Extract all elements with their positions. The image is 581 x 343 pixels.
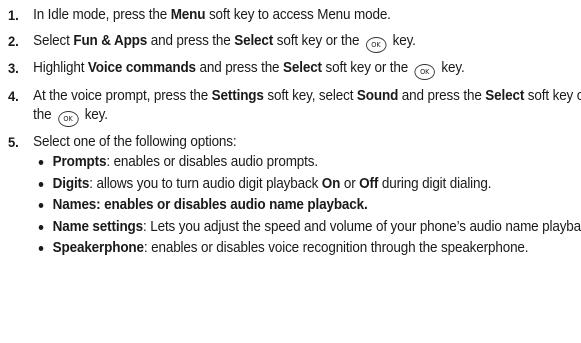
- bold-text: Voice commands: [87, 60, 196, 76]
- step-item: 5. Select one of the following options: Pr…: [8, 133, 581, 258]
- step-number: 3.: [8, 60, 19, 76]
- bold-text: Names: enables or disables audio name pl…: [52, 197, 368, 213]
- text: : Lets you adjust the speed and volume o…: [143, 218, 581, 235]
- option-item: Name settings: Lets you adjust the speed…: [33, 219, 581, 237]
- text: soft key or the: [273, 32, 363, 49]
- bold-text: Digits: [52, 175, 90, 192]
- text: key.: [389, 32, 416, 49]
- bold-text: Name settings: [52, 218, 144, 235]
- step-number: 2.: [8, 32, 19, 49]
- step-item: 4. At the voice prompt, press the Setting…: [8, 87, 581, 127]
- text: during digit dialing.: [378, 175, 492, 192]
- step-item: 2. Select Fun & Apps and press the Select…: [8, 32, 581, 53]
- text: and press the: [147, 32, 235, 49]
- text: : enables or disables voice recognition …: [143, 240, 529, 256]
- step-text: At the voice prompt, press the Settings …: [33, 87, 581, 127]
- option-item: Names: enables or disables audio name pl…: [33, 197, 581, 215]
- text: and press the: [398, 87, 486, 104]
- text: and press the: [195, 60, 284, 76]
- step-number: 4.: [8, 87, 19, 104]
- option-item: Prompts: enables or disables audio promp…: [33, 154, 581, 172]
- text: key.: [437, 60, 465, 76]
- text: : allows you to turn audio digit playbac…: [89, 175, 322, 192]
- text: Highlight: [33, 60, 88, 76]
- text: or: [340, 175, 360, 192]
- bold-text: Select: [485, 87, 525, 104]
- bold-text: Fun & Apps: [73, 32, 148, 49]
- ok-key-icon: OK: [414, 64, 436, 80]
- bold-text: On: [321, 175, 341, 192]
- bullet-icon: [38, 203, 44, 208]
- step-number: 5.: [8, 134, 19, 150]
- bold-text: Select: [283, 60, 322, 76]
- step-number: 1.: [8, 7, 19, 23]
- bold-text: Speakerphone: [52, 240, 144, 256]
- bullet-icon: [38, 246, 44, 251]
- options-list: Prompts: enables or disables audio promp…: [33, 154, 581, 258]
- bold-text: Off: [359, 175, 379, 192]
- text: Select one of the following options:: [33, 134, 237, 150]
- text: Select: [33, 32, 74, 49]
- text: In Idle mode, press the: [33, 7, 171, 23]
- text: soft key, select: [263, 87, 357, 104]
- bullet-icon: [38, 181, 44, 187]
- bold-text: Menu: [170, 7, 206, 23]
- step-text: Select Fun & Apps and press the Select s…: [33, 32, 416, 53]
- manual-page: 1. In Idle mode, press the Menu soft key …: [0, 0, 581, 343]
- text: soft key or the: [321, 60, 412, 76]
- step-text: Highlight Voice commands and press the S…: [33, 60, 465, 80]
- step-text: In Idle mode, press the Menu soft key to…: [33, 7, 391, 23]
- instruction-steps: 1. In Idle mode, press the Menu soft key …: [8, 6, 581, 258]
- text: At the voice prompt, press the: [33, 87, 212, 104]
- step-text: Select one of the following options:: [33, 134, 237, 150]
- ok-key-icon: OK: [57, 110, 79, 127]
- option-item: Speakerphone: enables or disables voice …: [33, 240, 581, 258]
- text: : enables or disables audio prompts.: [106, 154, 318, 170]
- text: key.: [81, 106, 108, 123]
- text: soft key to access Menu mode.: [205, 7, 391, 23]
- bold-text: Sound: [356, 87, 399, 104]
- bold-text: Prompts: [52, 154, 107, 170]
- bullet-icon: [38, 224, 44, 230]
- bullet-icon: [38, 160, 44, 165]
- ok-key-icon: OK: [365, 36, 387, 53]
- bold-text: Settings: [211, 87, 264, 104]
- step-item: 3. Highlight Voice commands and press the…: [8, 59, 581, 80]
- bold-text: Select: [234, 32, 274, 49]
- step-item: 1. In Idle mode, press the Menu soft key …: [8, 6, 581, 25]
- option-item: Digits: allows you to turn audio digit p…: [33, 176, 581, 194]
